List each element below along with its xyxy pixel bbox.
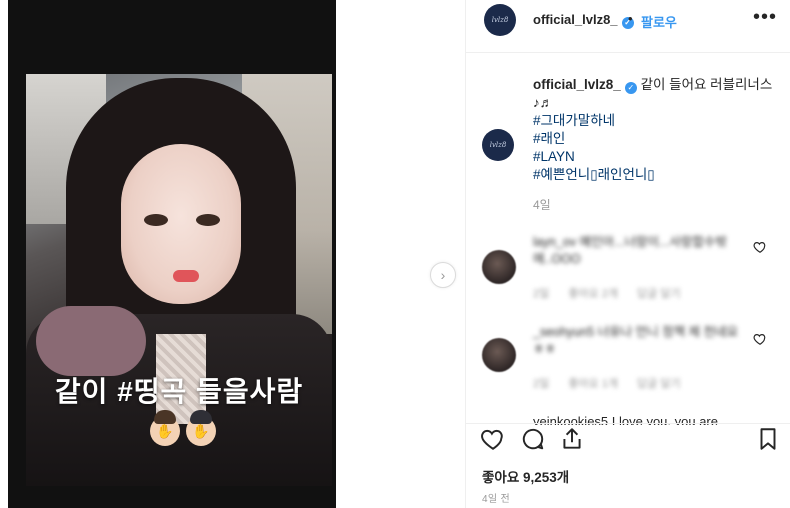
- more-icon[interactable]: •••: [753, 6, 777, 29]
- caption-verified-icon: ✓: [624, 82, 637, 94]
- next-media-button[interactable]: ›: [430, 262, 456, 288]
- chevron-right-icon: ›: [440, 267, 446, 283]
- header-separator: •: [628, 11, 633, 26]
- comment-time: 2일: [533, 378, 550, 390]
- comment-reply-button[interactable]: 답글 달기: [637, 378, 681, 390]
- comment-icon[interactable]: [520, 426, 546, 452]
- photo-eye-right: [196, 214, 220, 226]
- caption-body: official_lvlz8_ ✓ 같이 들어요 러블리너스♪♬ #그대가말하네 …: [533, 76, 773, 184]
- comment-avatar[interactable]: [482, 338, 516, 372]
- comment-avatar[interactable]: [482, 250, 516, 284]
- hashtag-link[interactable]: #예쁜언니▯래인언니▯: [533, 166, 773, 184]
- photo-emoji-row: ✋ ✋: [150, 410, 216, 446]
- media-area: 같이 #띵곡 들을사람 ✋ ✋ ›: [0, 0, 465, 508]
- post-side-panel: lvlz8 official_lvlz8_ ✓ • 팔로우 ••• lvlz8 o…: [465, 0, 790, 508]
- photo-collar: [36, 306, 146, 376]
- header-username[interactable]: official_lvlz8_ ✓: [533, 12, 634, 29]
- comment-meta: 2일 좋아요 2개 답글 달기: [533, 285, 697, 301]
- photo-lips: [173, 270, 199, 282]
- hashtag-link[interactable]: #래인: [533, 130, 773, 148]
- post-photo[interactable]: 같이 #띵곡 들을사람 ✋ ✋: [26, 74, 332, 486]
- header-divider: [466, 52, 790, 53]
- caption-avatar-logo-text: lvlz8: [489, 141, 507, 149]
- share-icon[interactable]: [559, 426, 585, 452]
- comment-reply-button[interactable]: 답글 달기: [637, 288, 681, 300]
- photo-eye-left: [144, 214, 168, 226]
- comment-likes[interactable]: 좋아요 1개: [568, 378, 618, 390]
- hashtag-link[interactable]: #그대가말하네: [533, 112, 773, 130]
- post-actions-bar: [466, 424, 790, 456]
- comment-heart-icon[interactable]: [753, 240, 767, 254]
- comment-text: _seohyun5 너유나 언니 정책 제 천네요ㅎㅎ: [533, 325, 739, 356]
- caption-username[interactable]: official_lvlz8_: [533, 77, 621, 92]
- avatar[interactable]: lvlz8: [484, 4, 516, 36]
- header-username-text[interactable]: official_lvlz8_: [533, 12, 618, 27]
- likes-count[interactable]: 좋아요 9,253개: [482, 466, 569, 486]
- post-timestamp: 4일 전: [482, 494, 510, 505]
- heart-icon[interactable]: [480, 426, 506, 452]
- comment-heart-icon[interactable]: [753, 332, 767, 346]
- follow-button[interactable]: 팔로우: [641, 12, 677, 31]
- story-media-panel: 같이 #띵곡 들을사람 ✋ ✋: [8, 0, 336, 508]
- comment-likes[interactable]: 좋아요 2개: [568, 288, 618, 300]
- photo-overlay-text: 같이 #띵곡 들을사람: [54, 376, 304, 407]
- caption-avatar[interactable]: lvlz8: [482, 129, 514, 161]
- caption-age: 4일: [533, 198, 551, 212]
- comment-time: 2일: [533, 288, 550, 300]
- post-header: lvlz8 official_lvlz8_ ✓ • 팔로우 •••: [466, 0, 790, 40]
- bookmark-icon[interactable]: [755, 426, 781, 452]
- hashtag-link[interactable]: #LAYN: [533, 148, 773, 166]
- comment-text: layn_ov 예인아...너랑이...사랑합수밖에..OOO: [533, 235, 727, 266]
- man-raising-hand-emoji: ✋: [186, 410, 216, 446]
- comment-meta: 2일 좋아요 1개 답글 달기: [533, 375, 697, 391]
- avatar-logo-text: lvlz8: [491, 16, 509, 24]
- woman-raising-hand-emoji: ✋: [150, 410, 180, 446]
